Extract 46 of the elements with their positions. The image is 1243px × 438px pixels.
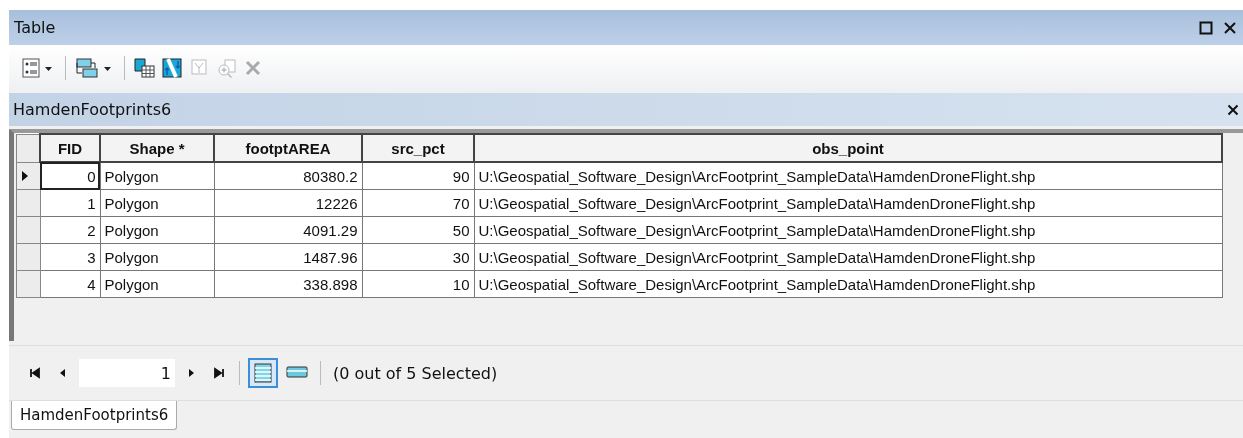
- table-cell: 3: [40, 243, 100, 271]
- table-cell: U:\Geospatial_Software_Design\ArcFootprint_SampleData\HamdenDroneFlight.shp: [474, 216, 1222, 244]
- layer-tab[interactable]: HamdenFootprints6: [11, 401, 178, 430]
- last-record-icon: [213, 367, 225, 379]
- table-cell: 12226: [214, 189, 362, 217]
- table-cell: 1487.96: [214, 243, 362, 271]
- table-cell: 4: [40, 270, 100, 298]
- maximize-icon[interactable]: [1199, 20, 1213, 35]
- table-cell: 2: [40, 216, 100, 244]
- close-icon[interactable]: [1223, 20, 1237, 35]
- table-select-icon[interactable]: [133, 57, 157, 79]
- column-header[interactable]: footptAREA: [214, 134, 362, 162]
- table-cell: 80380.2: [214, 162, 362, 190]
- table-cell: 90: [362, 162, 474, 190]
- table-cell: 70: [362, 189, 474, 217]
- column-header[interactable]: src_pct: [362, 134, 474, 162]
- table-cell: Polygon: [100, 270, 214, 298]
- table-cell: U:\Geospatial_Software_Design\ArcFootprint_SampleData\HamdenDroneFlight.shp: [474, 162, 1222, 190]
- column-header[interactable]: Shape *: [100, 134, 214, 162]
- show-all-records-button[interactable]: [248, 358, 278, 388]
- column-header[interactable]: obs_point: [474, 134, 1222, 162]
- table-cell: 30: [362, 243, 474, 271]
- table-cell: 10: [362, 270, 474, 298]
- row-header[interactable]: [16, 162, 40, 190]
- first-record-icon: [29, 367, 41, 379]
- table-cell: 338.898: [214, 270, 362, 298]
- table-cell: U:\Geospatial_Software_Design\ArcFootprint_SampleData\HamdenDroneFlight.shp: [474, 270, 1222, 298]
- table-cell: 50: [362, 216, 474, 244]
- table-cell: Polygon: [100, 216, 214, 244]
- selection-status: (0 out of 5 Selected): [333, 363, 498, 383]
- table-cell: Polygon: [100, 243, 214, 271]
- layer-title: HamdenFootprints6: [13, 100, 172, 119]
- table-cell: U:\Geospatial_Software_Design\ArcFootprint_SampleData\HamdenDroneFlight.shp: [474, 189, 1222, 217]
- table-cell: Polygon: [100, 162, 214, 190]
- close-icon[interactable]: [1227, 103, 1239, 116]
- window-title: Table: [14, 18, 56, 37]
- table-cell: 0: [40, 162, 100, 190]
- table-cell: U:\Geospatial_Software_Design\ArcFootprint_SampleData\HamdenDroneFlight.shp: [474, 243, 1222, 271]
- table-cell: 1: [40, 189, 100, 217]
- row-header: [16, 134, 40, 162]
- switch-selection-icon[interactable]: [161, 57, 185, 79]
- table-cell: Polygon: [100, 189, 214, 217]
- table-cell: 4091.29: [214, 216, 362, 244]
- record-field[interactable]: 1: [79, 359, 175, 387]
- current-row-icon: [21, 170, 28, 181]
- column-header[interactable]: FID: [40, 134, 100, 162]
